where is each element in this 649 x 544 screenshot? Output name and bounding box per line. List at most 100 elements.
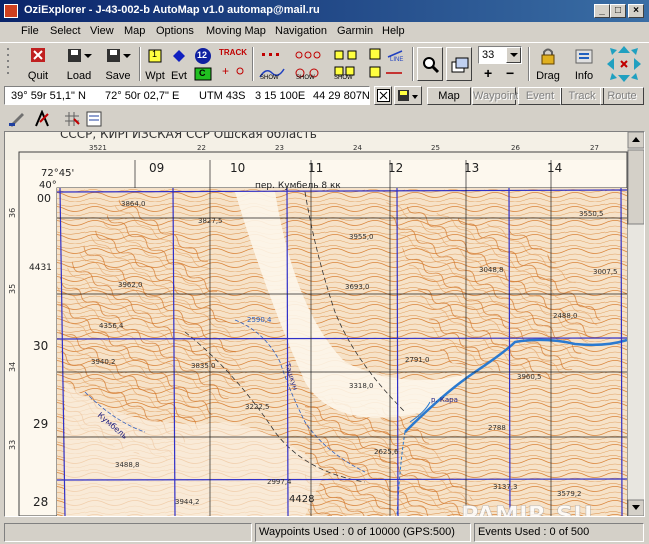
map-top-grid-11: 11 (308, 161, 323, 175)
event-label: Evt (171, 70, 187, 82)
cursor-position-display: 39° 59r 51,1" N 72° 50r 02,7" E UTM 43S … (4, 86, 370, 105)
menu-help[interactable]: Help (382, 25, 405, 37)
show-track-text: SHOW (260, 75, 279, 81)
map-list-icon (451, 57, 469, 73)
elevation-label: 3827,5 (198, 217, 223, 225)
drag-button[interactable]: Drag (534, 45, 562, 83)
map-pass-label: пер. Кумбель 8 кк (255, 181, 341, 191)
save-button[interactable]: Save (103, 45, 133, 83)
show-tracks-button[interactable]: SHOW (256, 45, 288, 83)
map-left-grid-30: 30 (33, 339, 48, 353)
map-top-small-3: 23 (275, 144, 284, 152)
menu-options[interactable]: Options (156, 25, 194, 37)
map-left-grid-28: 28 (33, 495, 48, 509)
map-top-grid-14: 14 (547, 161, 562, 175)
menu-navigation[interactable]: Navigation (275, 25, 327, 37)
coordinate-bar: 39° 59r 51,1" N 72° 50r 02,7" E UTM 43S … (0, 85, 649, 107)
river-label: р. Кара (431, 396, 458, 404)
grid-toggle-icon[interactable] (64, 111, 80, 127)
waypoint-button[interactable]: 1 Wpt (144, 45, 166, 83)
status-panel-left (4, 523, 252, 542)
elevation-label: 3579,2 (557, 490, 582, 498)
menu-garmin[interactable]: Garmin (337, 25, 373, 37)
easting: 3 15 100E (255, 90, 306, 102)
minimize-button[interactable]: _ (594, 4, 610, 18)
map-top-small-4: 24 (353, 144, 362, 152)
line-tools-icon (369, 48, 403, 78)
map-top-small-1: 3521 (89, 144, 107, 152)
menu-select[interactable]: Select (50, 25, 81, 37)
pan-arrows[interactable] (604, 45, 644, 83)
maximize-button[interactable]: □ (610, 4, 626, 18)
elevation-label: 3940,2 (91, 358, 116, 366)
map-view[interactable]: СССР, КИРГИЗСКАЯ ССР Ошская область пер.… (4, 131, 645, 517)
northing: 44 29 807N (313, 90, 370, 102)
close-button[interactable]: × (628, 4, 644, 18)
mode-map-button[interactable]: Map (427, 87, 471, 105)
map-left-grid-00: 00 (37, 192, 51, 205)
mode-track-button[interactable]: Track (560, 87, 604, 105)
vertical-scroll-thumb[interactable] (627, 149, 644, 225)
topographic-map[interactable]: СССР, КИРГИЗСКАЯ ССР Ошская область пер.… (5, 132, 644, 516)
zoom-in-button[interactable]: + (484, 65, 492, 81)
elevation-label: 2488,0 (553, 312, 578, 320)
position-button[interactable] (374, 86, 392, 105)
elevation-label: 4356,4 (99, 322, 124, 330)
elevation-label: 3318,0 (349, 382, 374, 390)
map-corner-lon: 72°45' (41, 168, 74, 179)
zoom-dropdown-button[interactable] (506, 47, 521, 63)
map-corner-lat: 40° (39, 180, 57, 191)
save-label: Save (105, 70, 131, 82)
map-left-small-35: 35 (8, 284, 17, 294)
show-waypoints-button[interactable]: SHOW (330, 45, 362, 83)
menu-moving-map[interactable]: Moving Map (206, 25, 266, 37)
waypoint-boxes-icon (334, 50, 357, 60)
toolbar-grip (6, 45, 12, 83)
elevation-label: 2590,4 (247, 316, 272, 324)
utm-zone: UTM 43S (199, 90, 246, 102)
track-button[interactable]: TRACK + (218, 45, 248, 83)
toolbar-separator (252, 47, 254, 81)
title-bar: OziExplorer - J-43-002-b AutoMap v1.0 au… (0, 0, 649, 22)
elevation-label: 3007,5 (593, 268, 618, 276)
load-button[interactable]: Load (64, 45, 94, 83)
map-top-small-5: 25 (431, 144, 440, 152)
quit-icon (31, 48, 45, 62)
show-routes-button[interactable]: SHOW (292, 45, 324, 83)
map-top-grid-09: 09 (149, 161, 164, 175)
info-button[interactable]: Info (570, 45, 598, 83)
elevation-label: 3488,8 (115, 461, 140, 469)
mode-waypoint-button[interactable]: Waypoint (472, 87, 518, 105)
find-button[interactable] (417, 47, 443, 81)
mode-event-button[interactable]: Event (518, 87, 562, 105)
status-waypoints: Waypoints Used : 0 of 10000 (GPS:500) (255, 523, 471, 542)
show-waypoint-text: SHOW (334, 75, 353, 81)
map-list-button[interactable] (446, 47, 472, 81)
info-icon (575, 49, 593, 64)
map-top-grid-10: 10 (230, 161, 245, 175)
menu-file[interactable]: File (21, 25, 39, 37)
menu-map[interactable]: Map (124, 25, 145, 37)
latitude: 39° 59r 51,1" N (11, 90, 86, 102)
line-tools-button[interactable]: LINE (366, 45, 406, 83)
elevation-label: 3962,0 (118, 281, 143, 289)
lock-icon (541, 48, 555, 65)
menu-view[interactable]: View (90, 25, 114, 37)
move-map-icon[interactable] (32, 110, 52, 128)
mode-route-button[interactable]: Route (600, 87, 644, 105)
save-position-button[interactable] (394, 86, 422, 105)
toolbar-separator (139, 47, 141, 81)
event-button[interactable]: Evt (168, 45, 190, 83)
map-properties-icon[interactable] (86, 111, 104, 127)
elevation-label: 3550,5 (579, 210, 604, 218)
zoom-control: 33 + − (476, 45, 524, 83)
edit-map-icon[interactable] (8, 111, 26, 127)
elevation-label: 3048,8 (479, 266, 504, 274)
save-icon (107, 49, 131, 62)
zoom-out-button[interactable]: − (506, 65, 514, 81)
quit-button[interactable]: Quit (24, 45, 52, 83)
proximity-button[interactable]: 12 C (192, 45, 214, 83)
menu-bar: File Select View Map Options Moving Map … (0, 22, 649, 41)
zoom-dropdown[interactable]: 33 (478, 46, 522, 64)
map-top-grid-13: 13 (464, 161, 479, 175)
